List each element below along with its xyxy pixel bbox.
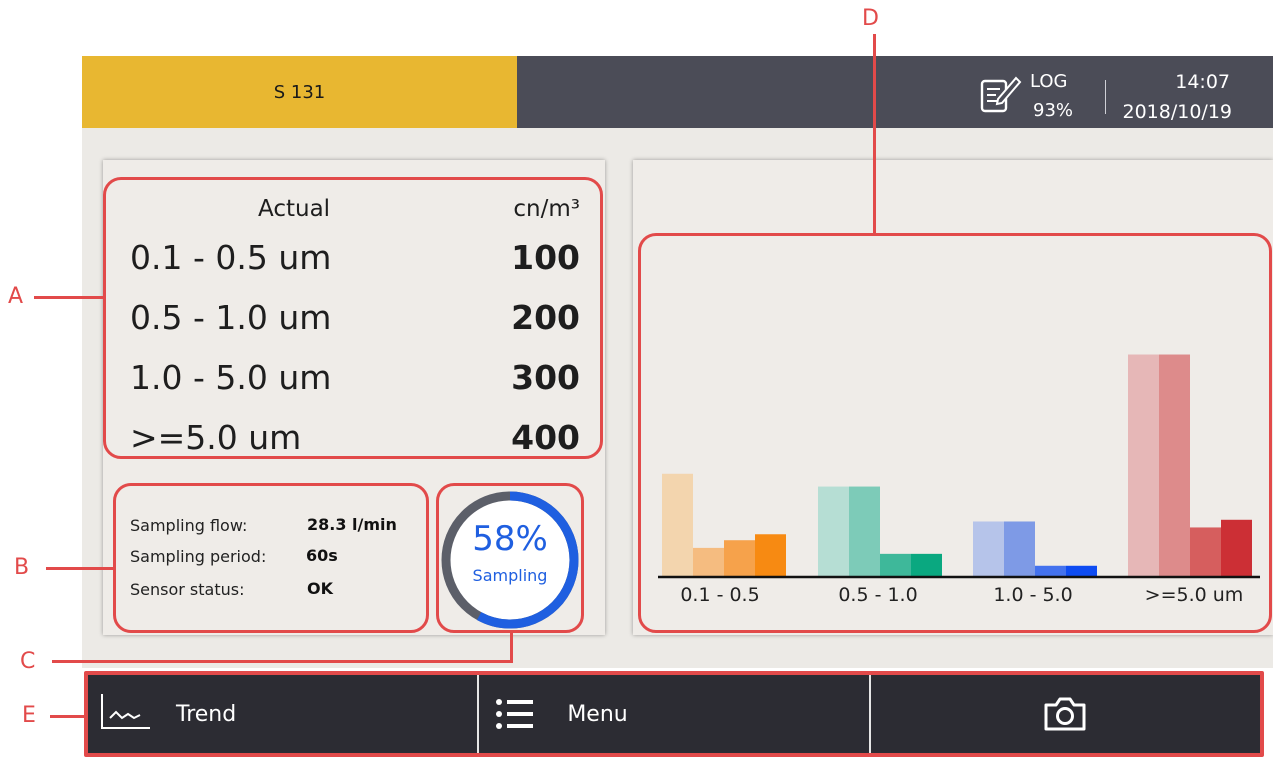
annotation-box-b bbox=[113, 483, 429, 633]
log-storage-percent: 93% bbox=[1033, 100, 1074, 121]
annotation-label-b: B bbox=[14, 555, 30, 580]
device-name-tab[interactable]: S 131 bbox=[82, 56, 517, 128]
menu-list-icon bbox=[496, 699, 534, 729]
trend-chart-icon bbox=[101, 694, 150, 729]
log-label: LOG bbox=[1030, 71, 1068, 92]
camera-button[interactable] bbox=[868, 675, 1260, 753]
annotation-line-b bbox=[46, 567, 114, 570]
bottom-nav-bar: Trend Menu bbox=[88, 675, 1260, 753]
annotation-label-d: D bbox=[862, 6, 879, 31]
camera-icon bbox=[1044, 697, 1086, 731]
annotation-box-c bbox=[436, 483, 584, 633]
annotation-label-c: C bbox=[20, 649, 36, 674]
annotation-line-e bbox=[50, 715, 86, 718]
annotation-line-c bbox=[52, 660, 513, 663]
menu-button[interactable]: Menu bbox=[477, 675, 868, 753]
header-divider bbox=[1105, 80, 1106, 114]
log-notepad-icon bbox=[980, 76, 1022, 113]
annotation-label-a: A bbox=[8, 284, 24, 309]
annotation-label-e: E bbox=[22, 703, 36, 728]
clock-date: 2018/10/19 bbox=[1122, 101, 1232, 123]
annotation-box-d bbox=[638, 233, 1272, 633]
menu-label: Menu bbox=[567, 701, 628, 727]
clock-time: 14:07 bbox=[1175, 71, 1230, 93]
device-name: S 131 bbox=[273, 81, 326, 103]
trend-label: Trend bbox=[176, 701, 237, 727]
annotation-line-c-vertical bbox=[510, 633, 513, 663]
annotation-line-a bbox=[34, 296, 103, 299]
annotation-line-d bbox=[873, 34, 876, 233]
annotation-box-a bbox=[103, 177, 603, 459]
trend-button[interactable]: Trend bbox=[88, 675, 477, 753]
